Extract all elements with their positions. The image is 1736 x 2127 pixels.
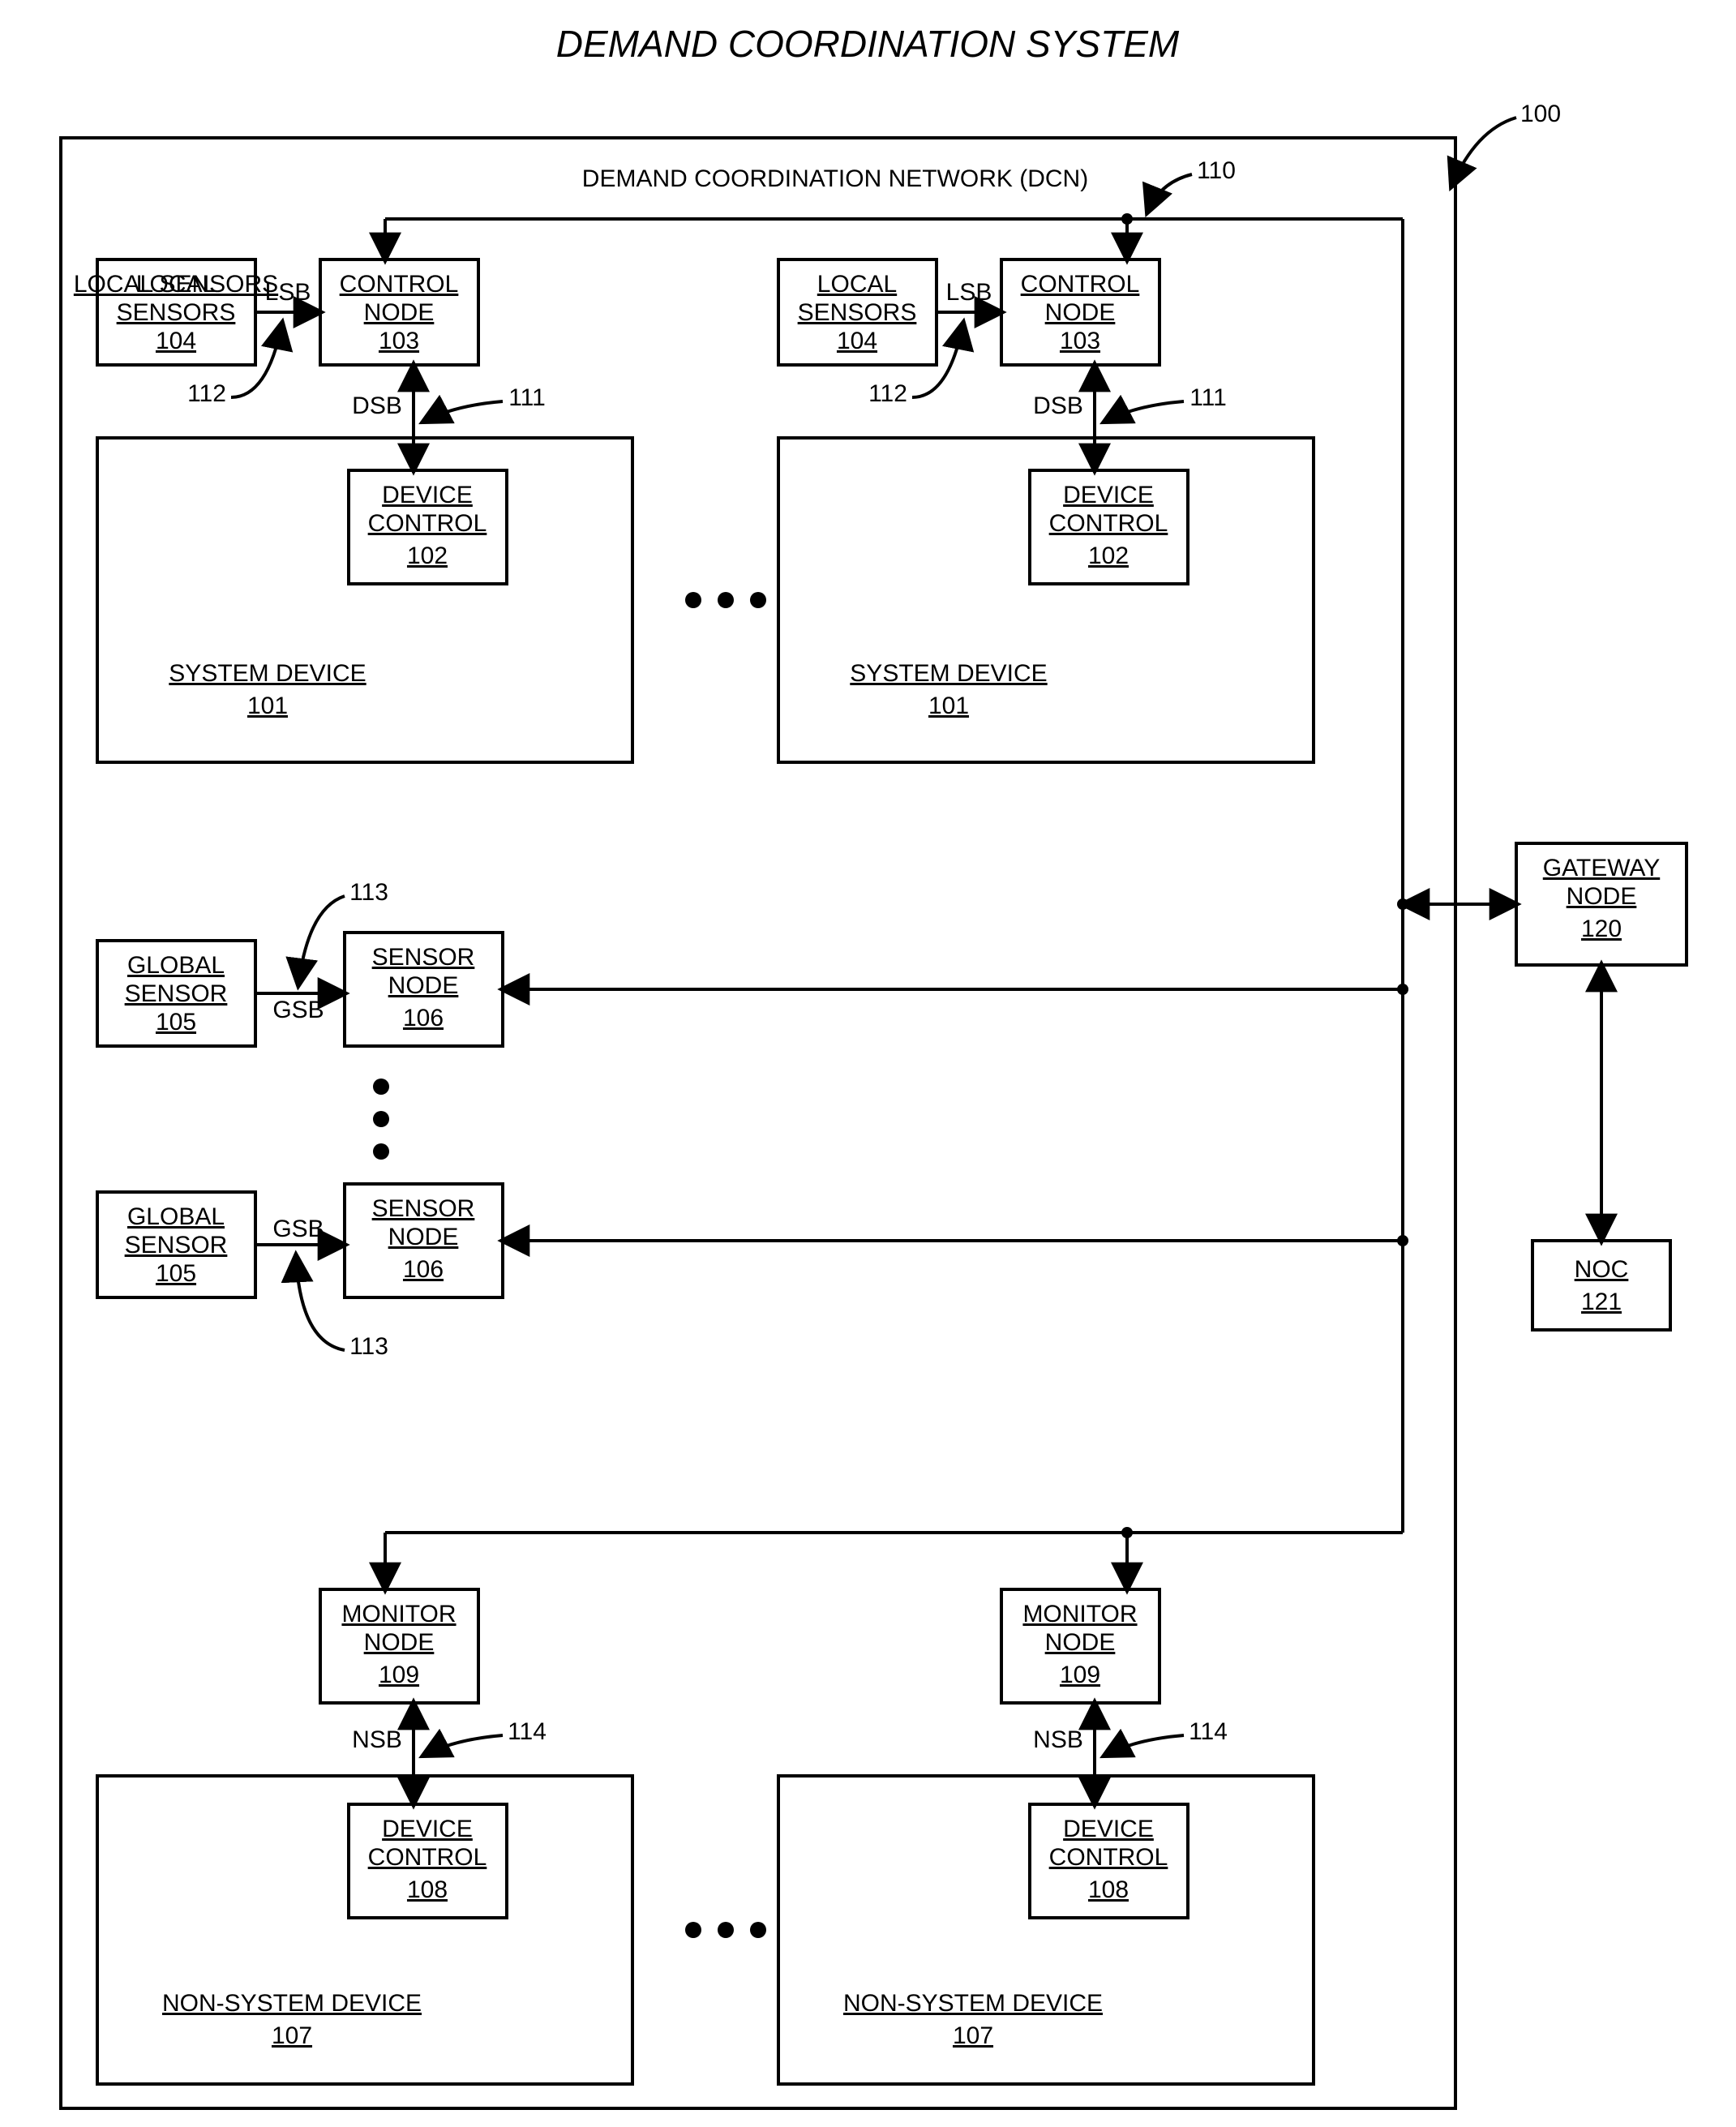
svg-text:105: 105: [156, 1260, 196, 1287]
svg-text:120: 120: [1581, 916, 1622, 942]
svg-text:112: 112: [868, 380, 907, 407]
svg-text:102: 102: [1088, 542, 1129, 569]
svg-text:NODE: NODE: [388, 1224, 459, 1250]
svg-text:CONTROL: CONTROL: [1049, 510, 1168, 537]
svg-text:SENSOR: SENSOR: [372, 1195, 475, 1222]
svg-text:CONTROL: CONTROL: [340, 271, 459, 298]
local-sensors-num: 104: [156, 328, 196, 354]
svg-text:SENSORS: SENSORS: [798, 299, 917, 326]
svg-text:SENSOR: SENSOR: [125, 980, 228, 1007]
svg-text:LOCAL: LOCAL: [136, 271, 216, 298]
svg-text:103: 103: [1060, 328, 1100, 354]
svg-text:109: 109: [1060, 1662, 1100, 1688]
device-ctrl-num: 102: [407, 542, 448, 569]
dsb-ref: 111: [508, 384, 546, 411]
svg-text:SENSOR: SENSOR: [125, 1232, 228, 1259]
svg-text:105: 105: [156, 1009, 196, 1036]
svg-text:GSB: GSB: [272, 1216, 324, 1242]
svg-text:CONTROL: CONTROL: [1021, 271, 1140, 298]
svg-text:114: 114: [1189, 1718, 1228, 1745]
svg-text:NODE: NODE: [388, 972, 459, 999]
svg-text:104: 104: [837, 328, 877, 354]
svg-text:MONITOR: MONITOR: [341, 1601, 456, 1627]
svg-text:GLOBAL: GLOBAL: [127, 1203, 225, 1230]
svg-text:NODE: NODE: [364, 299, 435, 326]
system-device-num: 101: [247, 693, 288, 719]
svg-text:SENSOR: SENSOR: [372, 944, 475, 971]
svg-text:113: 113: [349, 1333, 388, 1360]
page-title: DEMAND COORDINATION SYSTEM: [556, 23, 1180, 65]
svg-text:GSB: GSB: [272, 997, 324, 1023]
svg-text:NODE: NODE: [1045, 299, 1116, 326]
svg-text:114: 114: [508, 1718, 547, 1745]
svg-text:NON-SYSTEM DEVICE: NON-SYSTEM DEVICE: [843, 1990, 1103, 2017]
svg-text:NODE: NODE: [1567, 883, 1637, 910]
svg-text:DEVICE: DEVICE: [1063, 1816, 1154, 1842]
svg-text:101: 101: [928, 693, 969, 719]
svg-text:CONTROL: CONTROL: [1049, 1844, 1168, 1871]
svg-text:106: 106: [403, 1256, 444, 1283]
lsb-label: LSB: [265, 279, 311, 306]
svg-text:NODE: NODE: [1045, 1629, 1116, 1656]
dcn-ref: 110: [1197, 157, 1236, 184]
svg-text:108: 108: [407, 1876, 448, 1903]
svg-text:107: 107: [272, 2022, 312, 2049]
svg-text:LSB: LSB: [946, 279, 992, 306]
svg-text:108: 108: [1088, 1876, 1129, 1903]
svg-text:DEVICE: DEVICE: [382, 482, 473, 508]
svg-text:SYSTEM DEVICE: SYSTEM DEVICE: [169, 660, 366, 687]
svg-text:DSB: DSB: [1033, 392, 1083, 419]
svg-text:NSB: NSB: [352, 1726, 402, 1753]
svg-text:107: 107: [953, 2022, 993, 2049]
svg-text:NODE: NODE: [364, 1629, 435, 1656]
svg-text:CONTROL: CONTROL: [368, 1844, 487, 1871]
svg-text:GLOBAL: GLOBAL: [127, 952, 225, 979]
svg-text:121: 121: [1581, 1289, 1622, 1315]
svg-text:NON-SYSTEM DEVICE: NON-SYSTEM DEVICE: [162, 1990, 422, 2017]
svg-text:LOCAL: LOCAL: [817, 271, 897, 298]
lsb-ref: 112: [187, 380, 226, 407]
svg-text:106: 106: [403, 1005, 444, 1031]
svg-text:CONTROL: CONTROL: [368, 510, 487, 537]
svg-text:109: 109: [379, 1662, 419, 1688]
svg-text:SENSORS: SENSORS: [117, 299, 236, 326]
svg-text:GATEWAY: GATEWAY: [1543, 855, 1660, 881]
svg-text:SYSTEM DEVICE: SYSTEM DEVICE: [850, 660, 1047, 687]
svg-text:111: 111: [1189, 384, 1227, 411]
svg-text:DEVICE: DEVICE: [1063, 482, 1154, 508]
svg-text:NSB: NSB: [1033, 1726, 1083, 1753]
dsb-label: DSB: [352, 392, 402, 419]
fig-number: 100: [1520, 101, 1561, 127]
svg-text:113: 113: [349, 879, 388, 906]
svg-text:DEVICE: DEVICE: [382, 1816, 473, 1842]
dcn-label: DEMAND COORDINATION NETWORK (DCN): [582, 165, 1088, 192]
svg-text:NOC: NOC: [1575, 1256, 1629, 1283]
control-node-num: 103: [379, 328, 419, 354]
svg-text:MONITOR: MONITOR: [1022, 1601, 1137, 1627]
